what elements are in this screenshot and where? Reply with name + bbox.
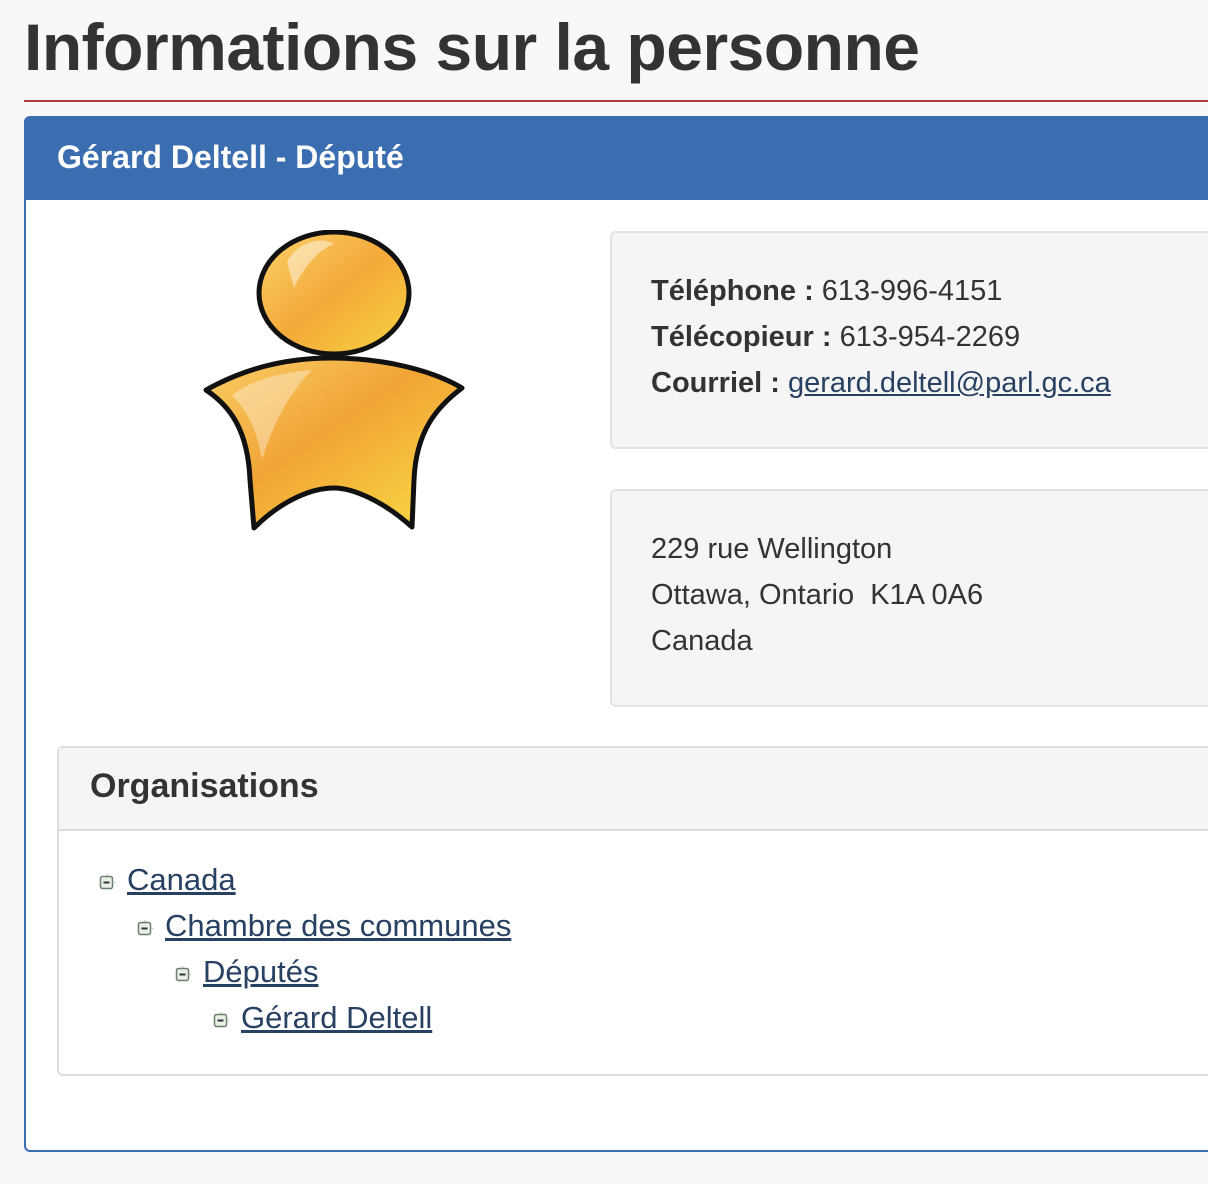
person-panel-header: Gérard Deltell - Député xyxy=(26,118,1208,200)
contact-info-box: Téléphone : 613-996-4151 Télécopieur : 6… xyxy=(610,231,1208,449)
collapse-minus-icon[interactable] xyxy=(175,966,191,982)
tree-link-deputes[interactable]: Députés xyxy=(203,950,318,994)
organisations-title: Organisations xyxy=(90,767,319,805)
organisations-panel: Organisations Canada Chambre des commune… xyxy=(57,746,1208,1076)
phone-value: 613-996-4151 xyxy=(821,275,1003,307)
address-line-country: Canada xyxy=(651,625,753,657)
phone-label: Téléphone : xyxy=(651,275,814,307)
fax-label: Télécopieur : xyxy=(651,321,832,353)
email-row: Courriel : gerard.deltell@parl.gc.ca xyxy=(651,360,1208,406)
title-divider xyxy=(24,100,1208,102)
person-panel: Gérard Deltell - Député Téléphone : 613-… xyxy=(24,116,1208,1152)
person-avatar-icon xyxy=(203,230,465,531)
collapse-minus-icon[interactable] xyxy=(213,1012,229,1028)
fax-value: 613-954-2269 xyxy=(839,321,1021,353)
organisations-header: Organisations xyxy=(59,748,1208,831)
page-title: Informations sur la personne xyxy=(24,10,920,84)
address-line-city: Ottawa, Ontario K1A 0A6 xyxy=(651,579,984,611)
email-label: Courriel : xyxy=(651,367,780,399)
person-name-heading: Gérard Deltell - Député xyxy=(57,139,404,175)
collapse-minus-icon[interactable] xyxy=(99,874,115,890)
address-box: 229 rue Wellington Ottawa, Ontario K1A 0… xyxy=(610,489,1208,707)
email-link[interactable]: gerard.deltell@parl.gc.ca xyxy=(788,367,1111,399)
tree-link-canada[interactable]: Canada xyxy=(127,858,236,902)
tree-link-chambre[interactable]: Chambre des communes xyxy=(165,904,511,948)
address-line-street: 229 rue Wellington xyxy=(651,533,893,565)
fax-row: Télécopieur : 613-954-2269 xyxy=(651,314,1208,360)
collapse-minus-icon[interactable] xyxy=(137,920,153,936)
tree-link-person[interactable]: Gérard Deltell xyxy=(241,996,432,1040)
phone-row: Téléphone : 613-996-4151 xyxy=(651,268,1208,314)
